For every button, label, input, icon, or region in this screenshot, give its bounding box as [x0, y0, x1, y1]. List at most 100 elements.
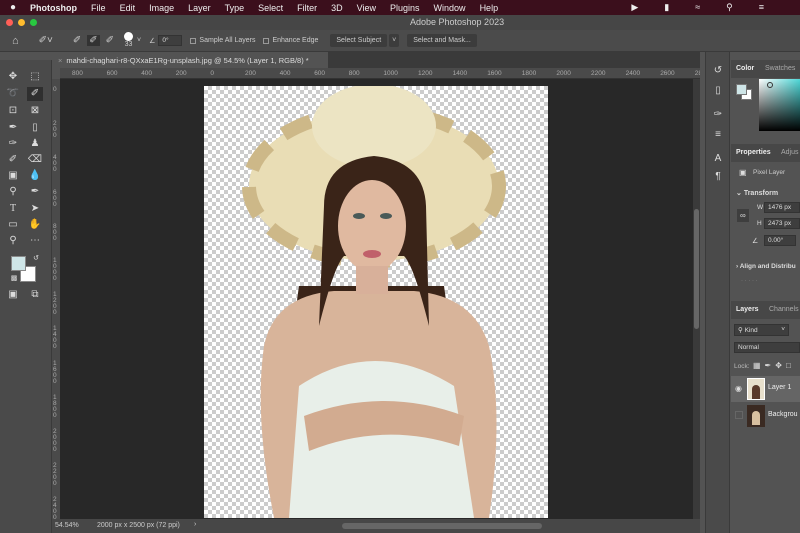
quick-mask-icon[interactable]: ▣ [5, 288, 21, 302]
select-subject-button[interactable]: Select Subject [330, 34, 388, 47]
tab-adjustments[interactable]: Adjus [781, 149, 799, 156]
subtract-selection-icon[interactable]: ✐ [106, 35, 114, 46]
zoom-tool-icon[interactable]: ⚲ [5, 234, 21, 248]
menu-filter[interactable]: Filter [297, 3, 317, 13]
zoom-level[interactable]: 54.54% [55, 522, 79, 529]
search-icon[interactable]: ⚲ [726, 2, 745, 12]
tab-color[interactable]: Color [736, 65, 754, 72]
menu-plugins[interactable]: Plugins [390, 3, 420, 13]
rotation-input[interactable]: 0.00° [764, 235, 796, 246]
select-subject-dropdown[interactable]: ˅ [389, 34, 400, 47]
document-canvas[interactable] [204, 86, 548, 518]
tab-properties[interactable]: Properties [736, 149, 771, 156]
color-picker-cursor[interactable] [767, 82, 773, 88]
blend-mode-select[interactable]: Normal [734, 342, 800, 353]
lasso-tool-icon[interactable]: ➰ [5, 87, 21, 101]
tool-preset-icon[interactable]: ✐˅ [39, 35, 53, 46]
crop-tool-icon[interactable]: ⊡ [5, 104, 21, 118]
rectangle-tool-icon[interactable]: ▭ [5, 218, 21, 232]
foreground-color-swatch[interactable] [11, 256, 26, 271]
tab-layers[interactable]: Layers [736, 306, 759, 313]
vertical-scrollbar[interactable] [693, 79, 700, 519]
minimize-button[interactable] [18, 19, 25, 26]
comments-panel-icon[interactable]: ▯ [710, 84, 726, 98]
history-brush-icon[interactable]: ✐ [5, 153, 21, 167]
transform-section[interactable]: ⌄ Transform [736, 189, 778, 197]
frame-tool-icon[interactable]: ⊠ [27, 104, 43, 118]
home-icon[interactable]: ⌂ [12, 35, 19, 47]
battery-icon[interactable]: ▮ [664, 2, 681, 12]
angle-input[interactable]: 0° [158, 35, 183, 46]
brush-tool-icon[interactable]: ✑ [5, 137, 21, 151]
zoom-button[interactable] [30, 19, 37, 26]
brush-size-picker[interactable]: 33 [124, 32, 134, 49]
layer-name[interactable]: Layer 1 [768, 384, 791, 391]
move-tool-icon[interactable]: ✥ [5, 70, 21, 84]
brush-settings-icon[interactable]: ✑ [710, 108, 726, 122]
menu-image[interactable]: Image [149, 3, 174, 13]
document-tab[interactable]: × mahdi-chaghari-r8-QXxaE1Rg-unsplash.jpg… [52, 52, 328, 68]
play-icon[interactable]: ▶ [631, 2, 650, 12]
add-selection-icon[interactable]: ✐ [87, 35, 100, 46]
menu-3d[interactable]: 3D [331, 3, 343, 13]
apple-icon[interactable]: ● [10, 2, 16, 13]
layer-row-layer-1[interactable]: ◉ Layer 1 [731, 376, 800, 402]
type-tool-icon[interactable]: T [5, 202, 21, 216]
menu-file[interactable]: File [91, 3, 106, 13]
wifi-icon[interactable]: ≈ [695, 2, 712, 12]
history-panel-icon[interactable]: ↺ [710, 64, 726, 78]
pen-tool-icon[interactable]: ✒ [27, 185, 43, 199]
eraser-tool-icon[interactable]: ⌫ [27, 153, 43, 167]
dodge-tool-icon[interactable]: ⚲ [5, 185, 21, 199]
color-foreground-swatch[interactable] [736, 84, 747, 95]
link-dimensions-icon[interactable]: ∞ [737, 209, 749, 222]
more-options-dots[interactable]: · · · · · [741, 278, 758, 284]
width-input[interactable]: 1476 px [764, 202, 800, 213]
more-tools-icon[interactable]: ⋯ [27, 234, 43, 248]
blur-tool-icon[interactable]: 💧 [27, 169, 43, 183]
default-colors-icon[interactable]: ▩ [6, 272, 22, 286]
tab-swatches[interactable]: Swatches [765, 65, 795, 72]
hand-tool-icon[interactable]: ✋ [27, 218, 43, 232]
adjustments-icon[interactable]: ≡ [710, 128, 726, 142]
menu-type[interactable]: Type [225, 3, 245, 13]
align-distribute-section[interactable]: › Align and Distribu [736, 263, 796, 270]
height-input[interactable]: 2473 px [764, 218, 800, 229]
tab-channels[interactable]: Channels [769, 306, 799, 313]
close-tab-icon[interactable]: × [58, 56, 62, 65]
control-center-icon[interactable]: ≡ [759, 2, 776, 12]
layer-filter-select[interactable]: ⚲ Kind ˅ [734, 324, 789, 336]
swap-colors-icon[interactable]: ↺ [28, 252, 44, 266]
character-panel-icon[interactable]: A [710, 152, 726, 166]
chevron-down-icon[interactable]: ˅ [137, 37, 141, 44]
gradient-tool-icon[interactable]: ▣ [5, 169, 21, 183]
eyedropper-tool-icon[interactable]: ✒ [5, 121, 21, 135]
lock-icons[interactable]: ▦✒✥□ [753, 361, 795, 370]
menu-edit[interactable]: Edit [120, 3, 136, 13]
layer-row-background[interactable]: Backgrou [731, 403, 800, 429]
new-selection-icon[interactable]: ✐ [73, 35, 81, 46]
menu-app[interactable]: Photoshop [30, 3, 77, 13]
canvas-area[interactable] [60, 79, 693, 519]
menu-view[interactable]: View [357, 3, 376, 13]
horizontal-scrollbar[interactable] [342, 523, 542, 529]
menu-layer[interactable]: Layer [188, 3, 211, 13]
screen-mode-icon[interactable]: ⧉ [27, 288, 43, 302]
healing-brush-icon[interactable]: ▯ [27, 121, 43, 135]
menu-help[interactable]: Help [480, 3, 499, 13]
layer-name[interactable]: Backgrou [768, 411, 798, 418]
status-menu-arrow[interactable]: › [194, 521, 196, 528]
close-button[interactable] [6, 19, 13, 26]
enhance-edge-checkbox[interactable] [263, 37, 270, 44]
marquee-tool-icon[interactable]: ⬚ [27, 70, 43, 84]
visibility-eye-icon[interactable]: ◉ [735, 384, 742, 393]
select-and-mask-button[interactable]: Select and Mask... [407, 34, 477, 47]
path-selection-icon[interactable]: ➤ [27, 202, 43, 216]
sample-all-layers-checkbox[interactable] [190, 37, 197, 44]
visibility-toggle-off[interactable] [735, 411, 743, 419]
clone-stamp-icon[interactable]: ♟ [27, 137, 43, 151]
menu-select[interactable]: Select [258, 3, 283, 13]
paragraph-panel-icon[interactable]: ¶ [710, 170, 726, 184]
color-picker-field[interactable] [759, 79, 800, 131]
quick-selection-tool-icon[interactable]: ✐ [27, 87, 43, 101]
